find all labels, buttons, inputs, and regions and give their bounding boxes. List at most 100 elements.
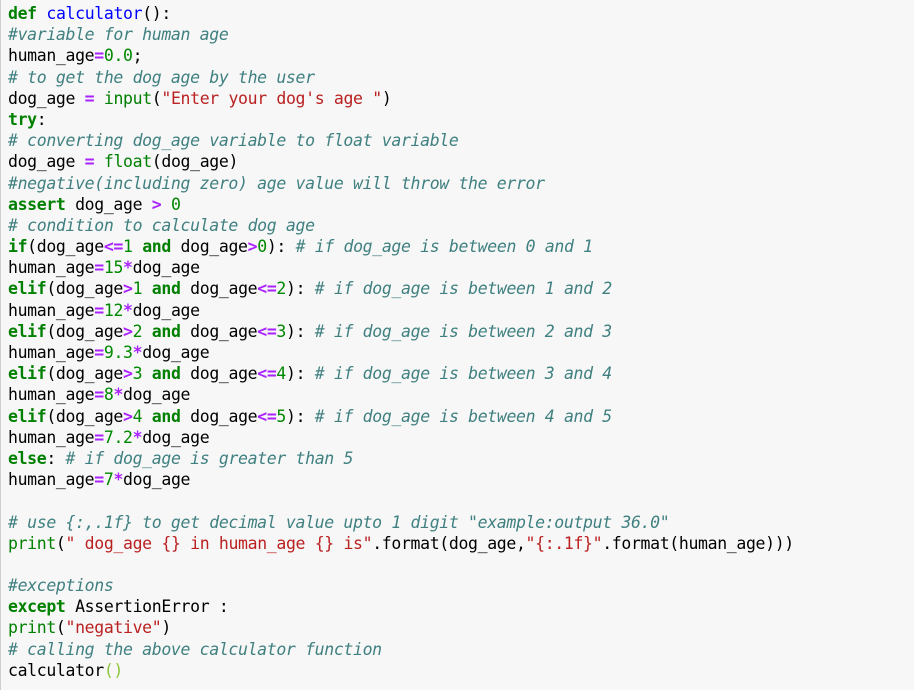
code-token-plain: dog_age xyxy=(142,343,210,362)
code-token-plain: ( xyxy=(55,533,66,553)
code-token-op: * xyxy=(113,385,124,405)
code-token-kw: and xyxy=(151,406,181,426)
code-line: else: # if dog_age is greater than 5 xyxy=(8,448,794,469)
code-token-str: " dog_age {} in human_age {} is" xyxy=(65,533,373,553)
code-token-plain: ): xyxy=(286,364,315,384)
code-token-plain: : xyxy=(46,448,66,468)
code-token-cm: # if dog_age is between 1 and 2 xyxy=(314,279,612,299)
code-token-plain: dog_age xyxy=(132,258,200,278)
code-token-plain: (dog_age xyxy=(46,279,124,299)
code-token-kw: and xyxy=(151,321,181,341)
code-token-bi: print xyxy=(8,533,56,553)
code-token-kw: if xyxy=(8,237,28,257)
code-token-num: 1 xyxy=(123,237,133,257)
code-token-plain: dog_age xyxy=(142,427,210,447)
code-token-cm: # if dog_age is between 3 and 4 xyxy=(314,364,612,384)
code-token-plain: ): xyxy=(286,406,315,426)
code-token-plain: dog_age xyxy=(65,194,152,214)
code-line: dog_age = float(dog_age) xyxy=(8,151,794,172)
code-token-kw: elif xyxy=(8,364,47,384)
code-line: except AssertionError : xyxy=(8,596,794,617)
code-token-str: "Enter your dog's age " xyxy=(161,88,382,108)
code-token-bi: input xyxy=(103,88,152,108)
code-token-plain: AssertionError : xyxy=(65,597,229,617)
code-token-str: "negative" xyxy=(65,618,162,638)
code-line: dog_age = input("Enter your dog's age ") xyxy=(8,88,794,109)
code-token-op: = xyxy=(94,300,104,320)
code-token-num: 0 xyxy=(257,237,267,257)
code-token-num: 0 xyxy=(170,194,181,214)
code-token-plain: ) xyxy=(381,88,392,108)
code-token-num: 7 xyxy=(103,470,114,490)
code-line: try: xyxy=(8,109,794,130)
code-token-op: > xyxy=(123,279,133,299)
code-token-op: * xyxy=(132,343,143,362)
code-token-plain: human_age xyxy=(8,470,95,490)
code-token-op: = xyxy=(84,88,95,108)
code-token-op: = xyxy=(94,427,104,447)
code-token-op: = xyxy=(84,152,95,172)
code-token-num: 4 xyxy=(132,406,143,426)
code-token-kw: elif xyxy=(8,279,47,299)
code-line: if(dog_age<=1 and dog_age>0): # if dog_a… xyxy=(8,236,794,257)
code-token-op: = xyxy=(94,343,104,362)
code-token-op: > xyxy=(123,364,133,384)
code-token-plain: human_age xyxy=(8,385,95,405)
code-token-cm: #exceptions xyxy=(8,576,114,596)
code-token-kw: def xyxy=(8,4,37,23)
code-token-cm: #negative(including zero) age value will… xyxy=(8,173,545,193)
code-token-kw: and xyxy=(151,364,181,384)
code-token-op: <= xyxy=(103,237,124,257)
code-token-op: > xyxy=(123,321,133,341)
code-token-plain: dog_age xyxy=(8,88,85,108)
code-token-plain: human_age xyxy=(8,46,95,66)
code-token-plain: ): xyxy=(266,237,296,257)
code-token-kw: elif xyxy=(8,406,47,426)
code-token-cm: # condition to calculate dog age xyxy=(8,215,315,235)
code-line: #negative(including zero) age value will… xyxy=(8,173,794,194)
code-token-cm: # converting dog_age variable to float v… xyxy=(8,131,459,151)
code-line: def calculator(): xyxy=(8,3,794,24)
code-line: print(" dog_age {} in human_age {} is".f… xyxy=(8,533,794,554)
code-token-kw: elif xyxy=(8,321,47,341)
code-token-kw: else xyxy=(8,448,47,468)
code-token-kw: assert xyxy=(8,194,66,214)
code-line: assert dog_age > 0 xyxy=(8,194,794,215)
code-token-plain: dog_age xyxy=(180,321,258,341)
code-token-plain: .format(dog_age, xyxy=(372,533,526,553)
code-token-plain: human_age xyxy=(8,258,95,278)
code-token-num: 2 xyxy=(132,321,143,341)
code-line: elif(dog_age>4 and dog_age<=5): # if dog… xyxy=(8,406,794,427)
code-token-cm: # to get the dog age by the user xyxy=(8,67,315,87)
code-token-num: 9.3 xyxy=(103,343,133,362)
code-line: # condition to calculate dog age xyxy=(8,215,794,236)
code-token-op: = xyxy=(94,258,104,278)
code-token-cm: # if dog_age is between 2 and 3 xyxy=(314,321,612,341)
code-token-plain: (dog_age xyxy=(46,321,124,341)
code-token-plain: human_age xyxy=(8,427,95,447)
code-token-op: <= xyxy=(257,364,277,384)
code-token-plain: ( xyxy=(55,618,66,638)
code-token-str: "{:.1f}" xyxy=(525,533,603,553)
code-token-plain: ) xyxy=(161,618,171,638)
code-token-def: calculator xyxy=(46,4,143,23)
code-line: # use {:,.1f} to get decimal value upto … xyxy=(8,512,794,533)
code-token-plain: dog_age xyxy=(132,300,200,320)
code-token-num: 7.2 xyxy=(103,427,133,447)
code-cell[interactable]: def calculator(): #variable for human age… xyxy=(0,0,913,690)
code-token-op: = xyxy=(94,46,104,66)
code-line: #variable for human age xyxy=(8,24,794,45)
code-token-num: 2 xyxy=(276,279,286,299)
code-token-op: * xyxy=(123,258,133,278)
code-token-plain: ; xyxy=(132,46,143,66)
code-token-op: * xyxy=(132,427,143,447)
code-token-cm: # if dog_age is between 4 and 5 xyxy=(314,406,612,426)
code-token-op: = xyxy=(94,470,104,490)
code-editor[interactable]: def calculator(): #variable for human age… xyxy=(8,3,794,681)
code-token-cm: #variable for human age xyxy=(8,25,229,45)
code-token-num: 1 xyxy=(132,279,143,299)
code-line: #exceptions xyxy=(8,575,794,596)
